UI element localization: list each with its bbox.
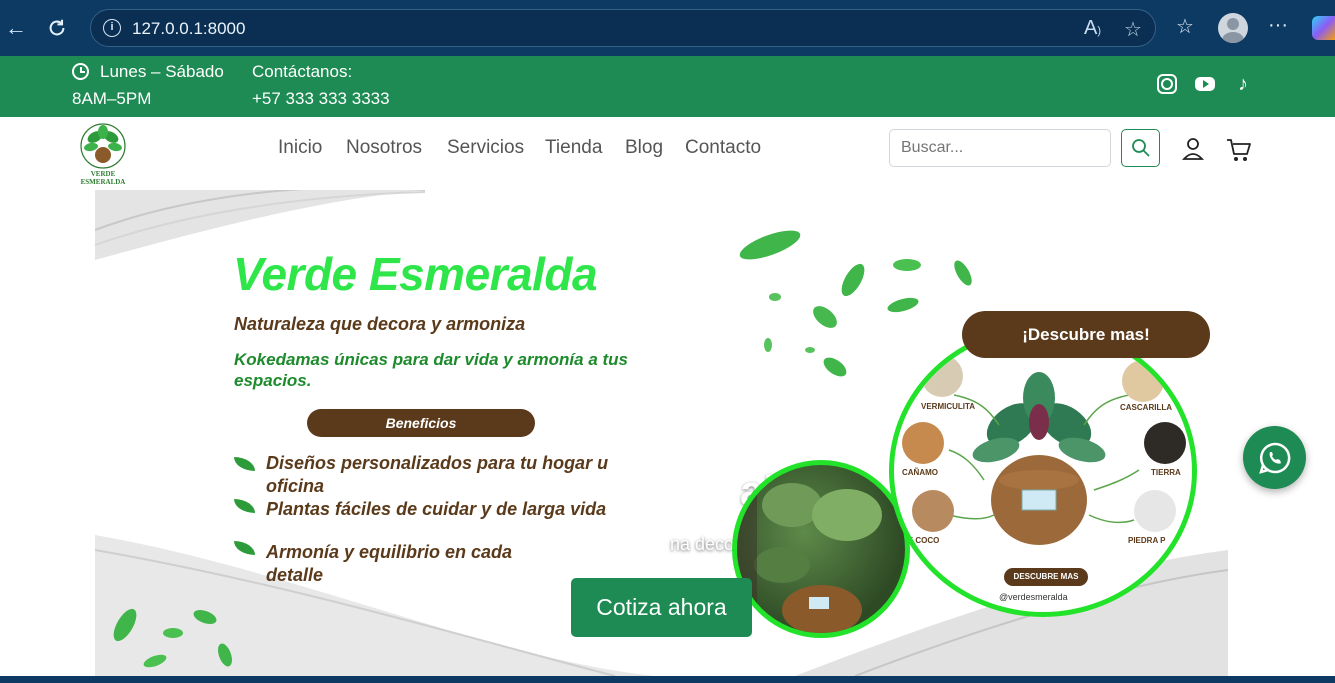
logo-plant-icon [80, 123, 126, 169]
benefit-item: Plantas fáciles de cuidar y de larga vid… [266, 499, 607, 519]
clock-icon [72, 63, 89, 80]
bottom-leaves-decoration [113, 608, 232, 668]
site-info-icon[interactable]: i [103, 19, 121, 37]
plant-photo-icon [737, 465, 882, 633]
read-aloud-icon[interactable]: A) [1084, 17, 1101, 40]
tiktok-icon[interactable]: ♪ [1233, 73, 1253, 95]
favorite-star-icon[interactable]: ☆ [1124, 17, 1142, 42]
descubre-mas-small-button: DESCUBRE MAS [1004, 568, 1088, 586]
substrate-infographic: VERMICULITA CASCARILLA CAÑAMO TIERRA DE … [889, 325, 1197, 617]
main-navbar: VERDE ESMERALDA Inicio Nosotros Servicio… [0, 117, 1335, 190]
contact-label: Contáctanos: [252, 62, 353, 81]
address-bar[interactable]: i 127.0.0.1:8000 A) ☆ [90, 9, 1156, 47]
piedra-sample [1134, 490, 1176, 532]
kokedama-photo-small [732, 460, 910, 638]
tierra-sample [1144, 422, 1186, 464]
back-arrow-icon[interactable]: ← [0, 12, 32, 44]
nav-item-servicios[interactable]: Servicios [447, 137, 524, 159]
carousel-indicator-2[interactable] [639, 652, 677, 655]
descubre-mas-badge[interactable]: ¡Descubre mas! [962, 311, 1210, 358]
schedule-days: Lunes – Sábado [100, 62, 224, 81]
profile-avatar[interactable] [1218, 13, 1248, 43]
benefits-badge: Beneficios [307, 409, 535, 437]
cotiza-ahora-button[interactable]: Cotiza ahora [571, 578, 752, 637]
vermiculita-sample [921, 355, 963, 397]
browser-toolbar: ← i 127.0.0.1:8000 A) ☆ ☆ ··· [0, 0, 1335, 56]
whatsapp-button[interactable] [1243, 426, 1306, 489]
nav-item-inicio[interactable]: Inicio [278, 137, 322, 159]
social-handle: @verdesmeralda [999, 592, 1068, 602]
carousel-indicator-1[interactable] [597, 652, 635, 655]
user-icon[interactable] [1182, 137, 1204, 161]
carousel-indicator-3[interactable] [681, 652, 719, 655]
material-label: PIEDRA P [1128, 536, 1166, 545]
material-label: TIERRA [1151, 468, 1181, 477]
nav-item-nosotros[interactable]: Nosotros [346, 137, 422, 159]
cascarilla-sample [1122, 360, 1164, 402]
material-label: DE COCO [902, 536, 940, 545]
hero-subtitle: Naturaleza que decora y armoniza [234, 314, 526, 334]
brand-logo[interactable]: VERDE ESMERALDA [70, 122, 136, 186]
more-menu-icon[interactable]: ··· [1268, 14, 1288, 37]
browser-bottom-edge [0, 676, 1335, 683]
material-label: CASCARILLA [1120, 403, 1172, 412]
url-text: 127.0.0.1:8000 [132, 19, 246, 38]
whatsapp-icon [1258, 442, 1290, 474]
search-button[interactable] [1121, 129, 1160, 167]
hero-title: Verde Esmeralda [233, 248, 598, 300]
youtube-icon[interactable] [1195, 77, 1215, 91]
nav-item-blog[interactable]: Blog [625, 137, 663, 159]
nav-item-tienda[interactable]: Tienda [545, 137, 602, 159]
fibra-coco-sample [912, 490, 954, 532]
search-icon [1131, 139, 1150, 157]
hero-tagline: Kokedamas únicas para dar vida y armonía… [234, 350, 628, 390]
material-label: VERMICULITA [921, 402, 976, 411]
benefit-item: Diseños personalizados para tu hogar u o… [266, 453, 609, 496]
carousel-indicators [597, 652, 719, 655]
contact-phone[interactable]: +57 333 333 3333 [252, 89, 390, 109]
schedule-hours: 8AM–5PM [72, 89, 152, 108]
benefit-item: Armonía y equilibrio en cada detalle [266, 542, 513, 585]
info-bar: Lunes – Sábado 8AM–5PM Contáctanos: +57 … [0, 56, 1335, 117]
canamo-sample [902, 422, 944, 464]
nav-item-contacto[interactable]: Contacto [685, 137, 761, 159]
cart-icon[interactable] [1226, 137, 1252, 163]
logo-text: VERDE ESMERALDA [80, 170, 126, 186]
hero-carousel[interactable]: Verde Esmeralda Naturaleza que decora y … [95, 190, 1228, 676]
refresh-icon[interactable] [41, 12, 73, 44]
instagram-icon[interactable] [1157, 74, 1177, 94]
page-margin-left [0, 190, 95, 676]
favorites-icon[interactable]: ☆ [1176, 14, 1194, 39]
material-label: CAÑAMO [902, 468, 938, 477]
copilot-icon[interactable] [1312, 16, 1335, 40]
search-input[interactable] [889, 129, 1111, 167]
